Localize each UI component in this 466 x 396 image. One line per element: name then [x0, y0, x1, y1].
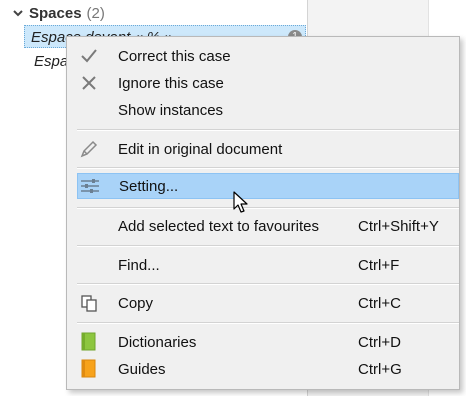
menu-separator-highlight	[77, 130, 459, 131]
mouse-cursor-icon	[233, 191, 248, 213]
menu-separator-highlight	[77, 284, 459, 285]
sliders-icon	[78, 174, 102, 198]
menu-item-dictionaries[interactable]: Dictionaries Ctrl+D	[77, 329, 459, 355]
menu-item-shortcut: Ctrl+D	[358, 333, 401, 351]
menu-item-label: Find...	[118, 256, 160, 274]
menu-item-setting[interactable]: Setting...	[77, 173, 459, 199]
menu-separator-highlight	[77, 208, 459, 209]
menu-item-label: Dictionaries	[118, 333, 197, 351]
menu-item-correct-case[interactable]: Correct this case	[77, 43, 459, 69]
menu-item-copy[interactable]: Copy Ctrl+C	[77, 290, 459, 316]
menu-item-label: Edit in original document	[118, 140, 283, 158]
menu-item-edit-original[interactable]: Edit in original document	[77, 136, 459, 162]
menu-item-label: Show instances	[118, 101, 224, 119]
menu-item-label: Copy	[118, 294, 154, 312]
menu-item-label: Guides	[118, 360, 166, 378]
group-title: Spaces	[29, 4, 82, 22]
context-menu: Correct this case Ignore this case Show …	[66, 36, 460, 390]
menu-item-shortcut: Ctrl+Shift+Y	[358, 217, 439, 235]
menu-item-shortcut: Ctrl+C	[358, 294, 401, 312]
group-count: (2)	[86, 4, 105, 22]
menu-item-add-favourites[interactable]: Add selected text to favourites Ctrl+Shi…	[77, 213, 459, 239]
menu-item-label: Add selected text to favourites	[118, 217, 319, 235]
orange-book-icon	[77, 357, 101, 381]
x-icon	[77, 71, 101, 95]
menu-separator-highlight	[77, 246, 459, 247]
group-header-spaces[interactable]: Spaces (2)	[12, 3, 105, 23]
menu-item-shortcut: Ctrl+F	[358, 256, 400, 274]
pencil-icon	[77, 137, 101, 161]
menu-item-label: Ignore this case	[118, 74, 224, 92]
menu-separator-highlight	[77, 168, 459, 169]
menu-item-label: Setting...	[119, 177, 179, 195]
menu-item-shortcut: Ctrl+G	[358, 360, 402, 378]
copy-icon	[77, 291, 101, 315]
menu-item-find[interactable]: Find... Ctrl+F	[77, 252, 459, 278]
checkmark-icon	[77, 44, 101, 68]
menu-item-guides[interactable]: Guides Ctrl+G	[77, 356, 459, 382]
green-book-icon	[77, 330, 101, 354]
menu-item-ignore-case[interactable]: Ignore this case	[77, 70, 459, 96]
menu-item-show-instances[interactable]: Show instances	[77, 97, 459, 123]
menu-item-label: Correct this case	[118, 47, 231, 65]
menu-separator-highlight	[77, 323, 459, 324]
chevron-down-icon[interactable]	[12, 7, 24, 19]
